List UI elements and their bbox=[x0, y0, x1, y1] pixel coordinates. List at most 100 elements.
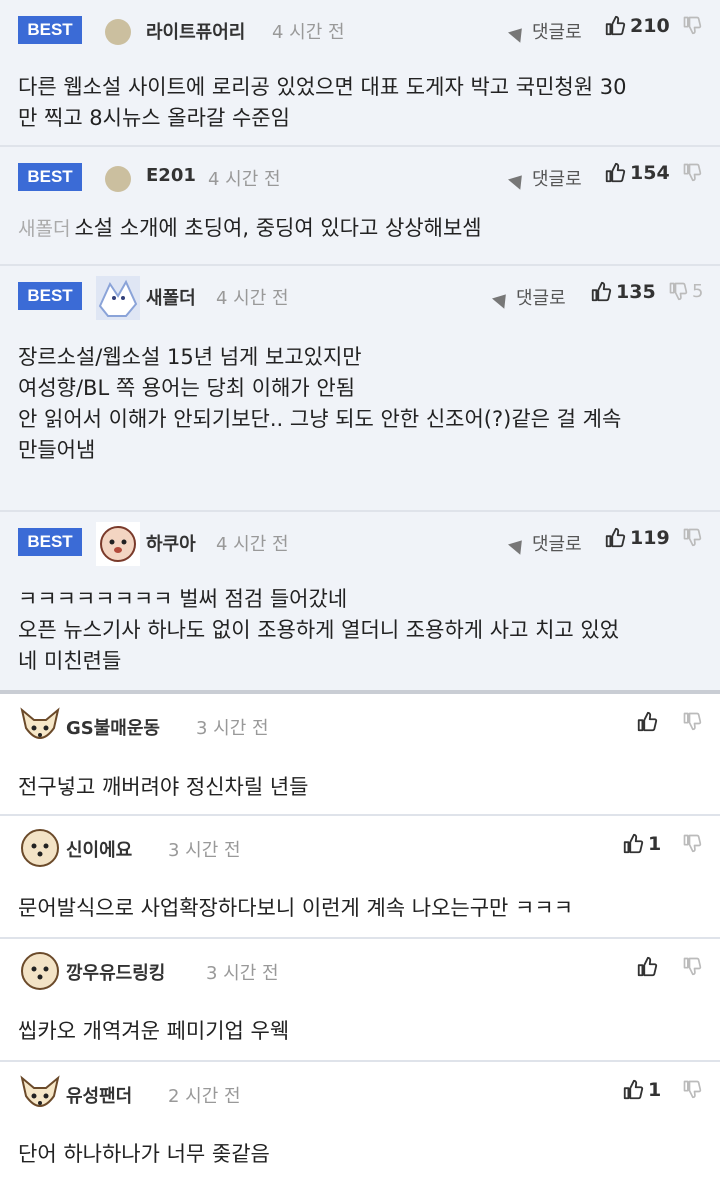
nickname[interactable]: E201 bbox=[146, 165, 196, 186]
timestamp: 3 시간 전 bbox=[196, 718, 269, 739]
comment-line: 오픈 뉴스기사 하나도 없이 조용하게 열더니 조용하게 사고 치고 있었 bbox=[18, 618, 620, 642]
comment-header: 유성팬더 2 시간 전 1 bbox=[0, 1062, 720, 1122]
comment: 깡우유드링킹 3 시간 전 씹카오 개역겨운 페미기업 우웩 bbox=[0, 939, 720, 1062]
avatar[interactable] bbox=[104, 165, 132, 193]
comment-body: 단어 하나하나가 너무 좆같음 bbox=[18, 1139, 696, 1170]
upvote-button[interactable]: 119 bbox=[604, 526, 670, 549]
comment-header: BEST E201 4 시간 전 댓글로 154 bbox=[0, 147, 720, 207]
reply-button[interactable]: 댓글로 bbox=[508, 18, 582, 44]
comment-line: ㅋㅋㅋㅋㅋㅋㅋㅋ 벌써 점검 들어갔네 bbox=[18, 587, 348, 611]
nickname[interactable]: GS불매운동 bbox=[66, 714, 160, 740]
avatar[interactable] bbox=[18, 949, 62, 993]
avatar[interactable] bbox=[96, 276, 140, 320]
upvote-count: 1 bbox=[648, 1078, 662, 1101]
comment-header: BEST 새폴더 4 시간 전 댓글로 135 5 bbox=[0, 266, 720, 326]
upvote-count: 210 bbox=[630, 14, 670, 37]
avatar[interactable] bbox=[104, 18, 132, 46]
timestamp: 4 시간 전 bbox=[208, 169, 281, 190]
reply-arrow-icon bbox=[508, 23, 528, 43]
downvote-button[interactable] bbox=[682, 710, 702, 731]
thumbs-down-icon bbox=[683, 834, 702, 853]
best-comment: BEST 하쿠아 4 시간 전 댓글로 119 ㅋㅋㅋㅋㅋㅋㅋㅋ 벌써 점검 들… bbox=[0, 512, 720, 690]
avatar[interactable] bbox=[18, 704, 62, 748]
thumbs-up-icon bbox=[623, 1079, 644, 1099]
thumbs-down-icon bbox=[683, 16, 702, 35]
downvote-button[interactable] bbox=[682, 161, 706, 182]
upvote-count: 119 bbox=[630, 526, 670, 549]
comment-line: 장르소설/웹소설 15년 넘게 보고있지만 bbox=[18, 345, 362, 369]
thumbs-down-icon bbox=[683, 528, 702, 547]
best-comment: BEST 새폴더 4 시간 전 댓글로 135 5 장르소설/웹소설 15년 넘… bbox=[0, 266, 720, 512]
comment-line: 새폴더 소설 소개에 초딩여, 중딩여 있다고 상상해보셈 bbox=[18, 216, 482, 240]
thumbs-up-icon bbox=[605, 527, 626, 547]
upvote-count: 1 bbox=[648, 832, 662, 855]
best-badge: BEST bbox=[18, 282, 82, 310]
comment-line: 만 찍고 8시뉴스 올라갈 수준임 bbox=[18, 106, 290, 130]
thumbs-up-icon bbox=[637, 956, 658, 976]
comment-header: BEST 라이트퓨어리 4 시간 전 댓글로 210 bbox=[0, 0, 720, 60]
upvote-button[interactable]: 1 bbox=[622, 1078, 661, 1101]
avatar[interactable] bbox=[18, 1072, 62, 1116]
nickname[interactable]: 새폴더 bbox=[146, 284, 196, 310]
reply-arrow-icon bbox=[492, 289, 512, 309]
nickname[interactable]: 신이에요 bbox=[66, 836, 132, 862]
upvote-button[interactable]: 135 bbox=[590, 280, 656, 303]
upvote-count: 135 bbox=[616, 280, 656, 303]
downvote-button[interactable]: 5 bbox=[668, 280, 703, 302]
best-badge: BEST bbox=[18, 528, 82, 556]
avatar[interactable] bbox=[96, 522, 140, 566]
comment-body: 장르소설/웹소설 15년 넘게 보고있지만 여성향/BL 쪽 용어는 당최 이해… bbox=[18, 342, 696, 466]
thumbs-up-icon bbox=[637, 711, 658, 731]
upvote-button[interactable]: 1 bbox=[622, 832, 661, 855]
timestamp: 2 시간 전 bbox=[168, 1086, 241, 1107]
thumbs-down-icon bbox=[683, 712, 702, 731]
reply-arrow-icon bbox=[508, 535, 528, 555]
comment-line: 만들어냄 bbox=[18, 438, 96, 462]
mention-tag[interactable]: 새폴더 bbox=[18, 218, 70, 240]
thumbs-up-icon bbox=[605, 15, 626, 35]
comment-line: 문어발식으로 사업확장하다보니 이런게 계속 나오는구만 ㅋㅋㅋ bbox=[18, 896, 574, 920]
avatar[interactable] bbox=[18, 826, 62, 870]
upvote-button[interactable]: 210 bbox=[604, 14, 670, 37]
nickname[interactable]: 깡우유드링킹 bbox=[66, 959, 165, 985]
comment-line: 씹카오 개역겨운 페미기업 우웩 bbox=[18, 1019, 290, 1043]
comment-header: 신이에요 3 시간 전 1 bbox=[0, 816, 720, 876]
comment: GS불매운동 3 시간 전 전구넣고 깨버려야 정신차릴 년들 bbox=[0, 694, 720, 816]
comment-line: 여성향/BL 쪽 용어는 당최 이해가 안됨 bbox=[18, 376, 356, 400]
reply-button[interactable]: 댓글로 bbox=[508, 530, 582, 556]
comment-line: 안 읽어서 이해가 안되기보단.. 그냥 되도 안한 신조어(?)같은 걸 계속 bbox=[18, 407, 622, 431]
comment-list: BEST 라이트퓨어리 4 시간 전 댓글로 210 다른 웹소설 사이트에 로… bbox=[0, 0, 720, 1184]
downvote-button[interactable] bbox=[682, 955, 702, 976]
timestamp: 3 시간 전 bbox=[168, 840, 241, 861]
comment-body: 다른 웹소설 사이트에 로리공 있었으면 대표 도게자 박고 국민청원 30 만… bbox=[18, 72, 696, 134]
thumbs-down-icon bbox=[683, 163, 702, 182]
comment: 신이에요 3 시간 전 1 문어발식으로 사업확장하다보니 이런게 계속 나오는… bbox=[0, 816, 720, 939]
comment-header: 깡우유드링킹 3 시간 전 bbox=[0, 939, 720, 999]
best-badge: BEST bbox=[18, 16, 82, 44]
thumbs-up-icon bbox=[623, 833, 644, 853]
comment-header: BEST 하쿠아 4 시간 전 댓글로 119 bbox=[0, 512, 720, 572]
comment-line: 단어 하나하나가 너무 좆같음 bbox=[18, 1142, 270, 1166]
comment-body: 씹카오 개역겨운 페미기업 우웩 bbox=[18, 1016, 696, 1047]
comment-body: 전구넣고 깨버려야 정신차릴 년들 bbox=[18, 772, 696, 803]
nickname[interactable]: 라이트퓨어리 bbox=[146, 18, 245, 44]
timestamp: 3 시간 전 bbox=[206, 963, 279, 984]
upvote-button[interactable] bbox=[636, 955, 662, 978]
downvote-count: 5 bbox=[692, 280, 704, 302]
nickname[interactable]: 하쿠아 bbox=[146, 530, 196, 556]
nickname[interactable]: 유성팬더 bbox=[66, 1082, 132, 1108]
reply-button[interactable]: 댓글로 bbox=[508, 165, 582, 191]
downvote-button[interactable] bbox=[682, 832, 702, 853]
downvote-button[interactable] bbox=[682, 14, 706, 35]
comment-body: ㅋㅋㅋㅋㅋㅋㅋㅋ 벌써 점검 들어갔네 오픈 뉴스기사 하나도 없이 조용하게 … bbox=[18, 584, 696, 677]
comment-body: 문어발식으로 사업확장하다보니 이런게 계속 나오는구만 ㅋㅋㅋ bbox=[18, 893, 696, 924]
upvote-button[interactable]: 154 bbox=[604, 161, 670, 184]
upvote-count: 154 bbox=[630, 161, 670, 184]
comment-line: 네 미친련들 bbox=[18, 649, 122, 673]
thumbs-down-icon bbox=[683, 957, 702, 976]
upvote-button[interactable] bbox=[636, 710, 662, 733]
reply-button[interactable]: 댓글로 bbox=[492, 284, 566, 310]
best-badge: BEST bbox=[18, 163, 82, 191]
downvote-button[interactable] bbox=[682, 526, 706, 547]
downvote-button[interactable] bbox=[682, 1078, 702, 1099]
